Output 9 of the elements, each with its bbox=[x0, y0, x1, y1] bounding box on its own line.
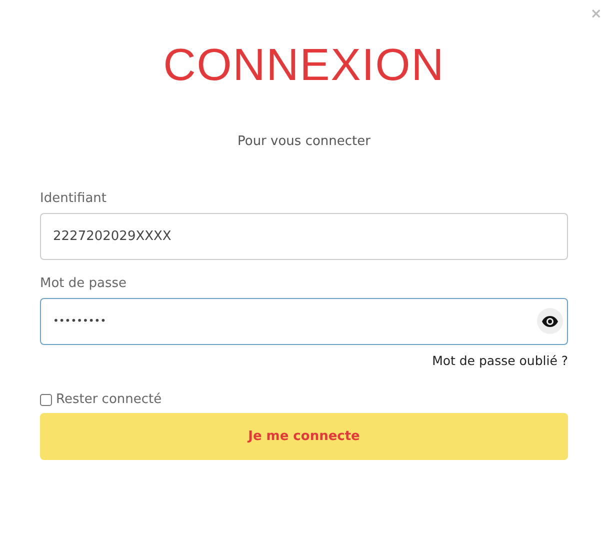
password-field[interactable]: ••••••••• bbox=[40, 298, 568, 345]
dialog-title: CONNEXION bbox=[162, 38, 446, 92]
field-label: Mot de passe bbox=[40, 276, 128, 291]
field-label: Identifiant bbox=[40, 191, 108, 206]
checkbox-label: Rester connecté bbox=[56, 392, 162, 407]
forgot-password-link[interactable]: Mot de passe oublié ? bbox=[432, 353, 568, 368]
input-field[interactable]: 2227202029XXXX bbox=[40, 213, 568, 260]
subtitle: Pour vous connecter bbox=[236, 134, 372, 149]
checkbox[interactable] bbox=[40, 394, 52, 406]
